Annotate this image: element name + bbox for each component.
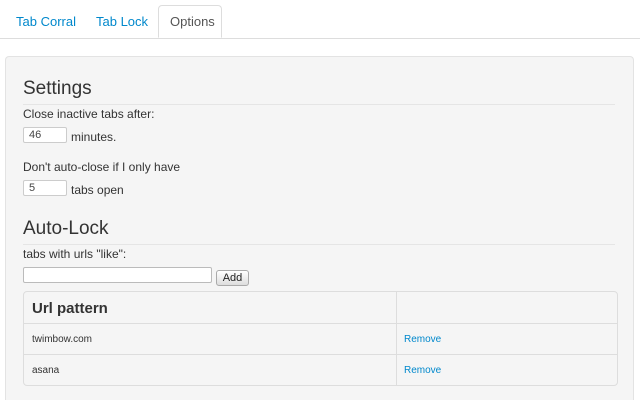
url-pattern-cell: twimbow.com bbox=[32, 334, 93, 345]
tab-options[interactable]: Options bbox=[158, 5, 222, 38]
tab-tab-lock[interactable]: Tab Lock bbox=[96, 8, 148, 36]
table-row: twimbow.com Remove bbox=[24, 323, 617, 355]
tab-tab-corral[interactable]: Tab Corral bbox=[16, 8, 76, 36]
url-pattern-input[interactable] bbox=[23, 267, 212, 283]
autolock-divider bbox=[23, 244, 615, 245]
min-tabs-input[interactable] bbox=[23, 180, 67, 196]
autolock-heading: Auto-Lock bbox=[23, 218, 109, 239]
remove-link[interactable]: Remove bbox=[404, 365, 441, 376]
remove-link[interactable]: Remove bbox=[404, 334, 441, 345]
tabs-open-label: tabs open bbox=[71, 183, 124, 197]
url-like-label: tabs with urls "like": bbox=[23, 247, 127, 261]
url-pattern-header: Url pattern bbox=[32, 300, 108, 317]
settings-heading: Settings bbox=[23, 78, 92, 99]
minutes-label: minutes. bbox=[71, 130, 117, 144]
settings-divider bbox=[23, 104, 615, 105]
table-row: asana Remove bbox=[24, 354, 617, 386]
close-minutes-input[interactable] bbox=[23, 127, 67, 143]
tab-bar: Tab Corral Tab Lock Options bbox=[0, 0, 640, 39]
add-button[interactable]: Add bbox=[216, 270, 249, 286]
url-pattern-table: Url pattern twimbow.com Remove asana Rem… bbox=[23, 291, 618, 386]
min-tabs-label: Don't auto-close if I only have bbox=[23, 160, 181, 174]
url-pattern-cell: asana bbox=[32, 365, 60, 376]
close-inactive-label: Close inactive tabs after: bbox=[23, 107, 155, 121]
